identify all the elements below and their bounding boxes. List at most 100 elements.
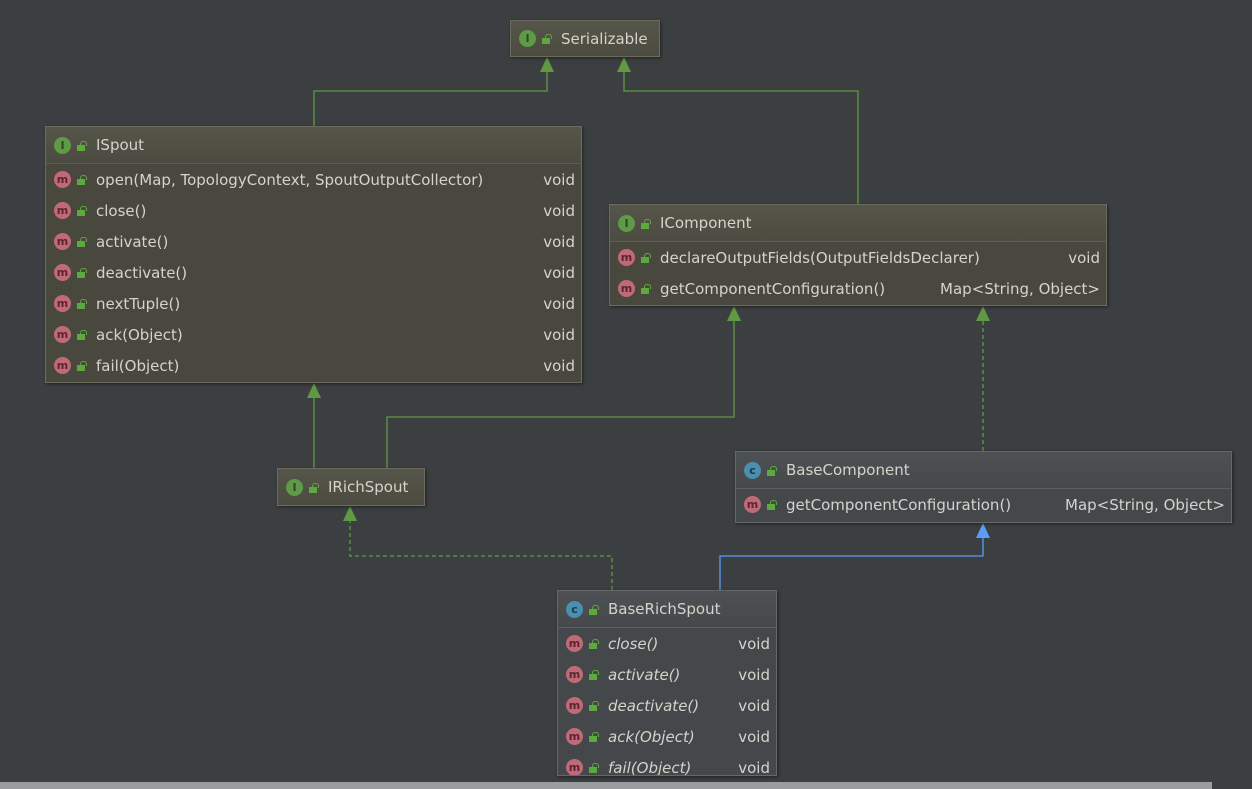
- method-signature: deactivate(): [96, 263, 188, 282]
- method-signature: declareOutputFields(OutputFieldsDeclarer…: [660, 248, 980, 267]
- edge-baserichspout-to-basecomponent: [719, 537, 984, 590]
- method-signature: getComponentConfiguration(): [660, 279, 886, 298]
- return-type: void: [543, 170, 575, 189]
- method-row[interactable]: m declareOutputFields(OutputFieldsDeclare…: [610, 242, 1106, 273]
- return-type: void: [543, 356, 575, 375]
- return-type: void: [543, 232, 575, 251]
- public-lock-icon: [77, 175, 87, 185]
- public-lock-icon: [589, 701, 599, 711]
- method-row[interactable]: m activate() void: [558, 659, 776, 690]
- node-name: Serializable: [561, 29, 648, 48]
- edge-baserichspout-to-irichspout: [349, 520, 613, 590]
- interface-icon: I: [54, 136, 71, 154]
- return-type: void: [738, 727, 770, 746]
- public-lock-icon: [589, 670, 599, 680]
- class-icon: c: [744, 461, 761, 479]
- interface-icon: I: [618, 214, 635, 232]
- public-lock-icon: [77, 330, 87, 340]
- return-type: void: [738, 634, 770, 653]
- method-icon: m: [54, 202, 71, 219]
- public-lock-icon: [309, 482, 319, 493]
- interface-icon: I: [286, 478, 303, 496]
- uml-node-baserichspout[interactable]: c BaseRichSpout m close() void m activate() voi…: [557, 590, 777, 776]
- public-lock-icon: [77, 237, 87, 247]
- method-row[interactable]: m getComponentConfiguration() Map<String, …: [736, 489, 1231, 520]
- arrowhead-icon: [540, 57, 554, 72]
- return-type: void: [738, 696, 770, 715]
- uml-node-icomponent[interactable]: I IComponent m declareOutputFields(OutputFi…: [609, 204, 1107, 306]
- method-icon: m: [744, 496, 761, 513]
- method-signature: ack(Object): [608, 727, 695, 746]
- method-icon: m: [54, 233, 71, 250]
- arrowhead-icon: [343, 506, 357, 521]
- arrowhead-icon: [617, 57, 631, 72]
- return-type: void: [738, 758, 770, 776]
- node-name: IRichSpout: [328, 478, 409, 496]
- method-icon: m: [566, 697, 583, 714]
- public-lock-icon: [77, 206, 87, 216]
- method-icon: m: [566, 666, 583, 683]
- method-row[interactable]: m open(Map, TopologyContext, SpoutOutputC…: [46, 164, 581, 195]
- return-type: void: [1068, 248, 1100, 267]
- arrowhead-icon: [976, 523, 990, 538]
- arrowhead-icon: [307, 383, 321, 398]
- method-signature: getComponentConfiguration(): [786, 495, 1012, 514]
- method-row[interactable]: m nextTuple() void: [46, 288, 581, 319]
- public-lock-icon: [641, 253, 651, 263]
- node-name: BaseRichSpout: [608, 600, 721, 618]
- return-type: void: [543, 201, 575, 220]
- method-row[interactable]: m ack(Object) void: [558, 721, 776, 752]
- public-lock-icon: [641, 218, 651, 229]
- return-type: Map<String, Object>: [940, 279, 1100, 298]
- method-icon: m: [618, 249, 635, 266]
- public-lock-icon: [641, 284, 651, 294]
- method-icon: m: [566, 728, 583, 745]
- method-row[interactable]: m activate() void: [46, 226, 581, 257]
- method-row[interactable]: m deactivate() void: [558, 690, 776, 721]
- method-row[interactable]: m getComponentConfiguration() Map<String, …: [610, 273, 1106, 304]
- method-signature: ack(Object): [96, 325, 183, 344]
- method-row[interactable]: m fail(Object) void: [558, 752, 776, 776]
- return-type: void: [543, 325, 575, 344]
- method-icon: m: [54, 264, 71, 281]
- method-row[interactable]: m close() void: [558, 628, 776, 659]
- method-row[interactable]: m deactivate() void: [46, 257, 581, 288]
- method-signature: fail(Object): [96, 356, 180, 375]
- arrowhead-icon: [976, 306, 990, 321]
- return-type: void: [543, 294, 575, 313]
- method-signature: deactivate(): [608, 696, 700, 715]
- uml-node-ispout[interactable]: I ISpout m open(Map, TopologyContext, Spout…: [45, 126, 582, 383]
- method-signature: close(): [608, 634, 659, 653]
- uml-node-irichspout[interactable]: I IRichSpout: [277, 468, 425, 506]
- node-name: IComponent: [660, 214, 752, 232]
- public-lock-icon: [77, 299, 87, 309]
- method-row[interactable]: m close() void: [46, 195, 581, 226]
- method-signature: nextTuple(): [96, 294, 181, 313]
- uml-node-serializable[interactable]: I Serializable: [510, 20, 660, 57]
- class-icon: c: [566, 600, 583, 618]
- method-row[interactable]: m fail(Object) void: [46, 350, 581, 381]
- public-lock-icon: [589, 604, 599, 615]
- public-lock-icon: [767, 465, 777, 476]
- horizontal-scrollbar[interactable]: [0, 782, 1212, 789]
- return-type: void: [738, 665, 770, 684]
- node-header: c BaseRichSpout: [558, 591, 776, 628]
- return-type: Map<String, Object>: [1065, 495, 1225, 514]
- method-icon: m: [566, 759, 583, 775]
- method-signature: close(): [96, 201, 147, 220]
- public-lock-icon: [77, 268, 87, 278]
- node-header: c BaseComponent: [736, 452, 1231, 489]
- edge-ispout-to-serializable: [313, 71, 548, 126]
- method-icon: m: [54, 357, 71, 374]
- return-type: void: [543, 263, 575, 282]
- method-icon: m: [618, 280, 635, 297]
- method-icon: m: [566, 635, 583, 652]
- method-icon: m: [54, 171, 71, 188]
- method-icon: m: [54, 326, 71, 343]
- method-row[interactable]: m ack(Object) void: [46, 319, 581, 350]
- public-lock-icon: [542, 34, 552, 44]
- uml-node-basecomponent[interactable]: c BaseComponent m getComponentConfiguration…: [735, 451, 1232, 523]
- public-lock-icon: [589, 639, 599, 649]
- public-lock-icon: [589, 732, 599, 742]
- public-lock-icon: [589, 763, 599, 773]
